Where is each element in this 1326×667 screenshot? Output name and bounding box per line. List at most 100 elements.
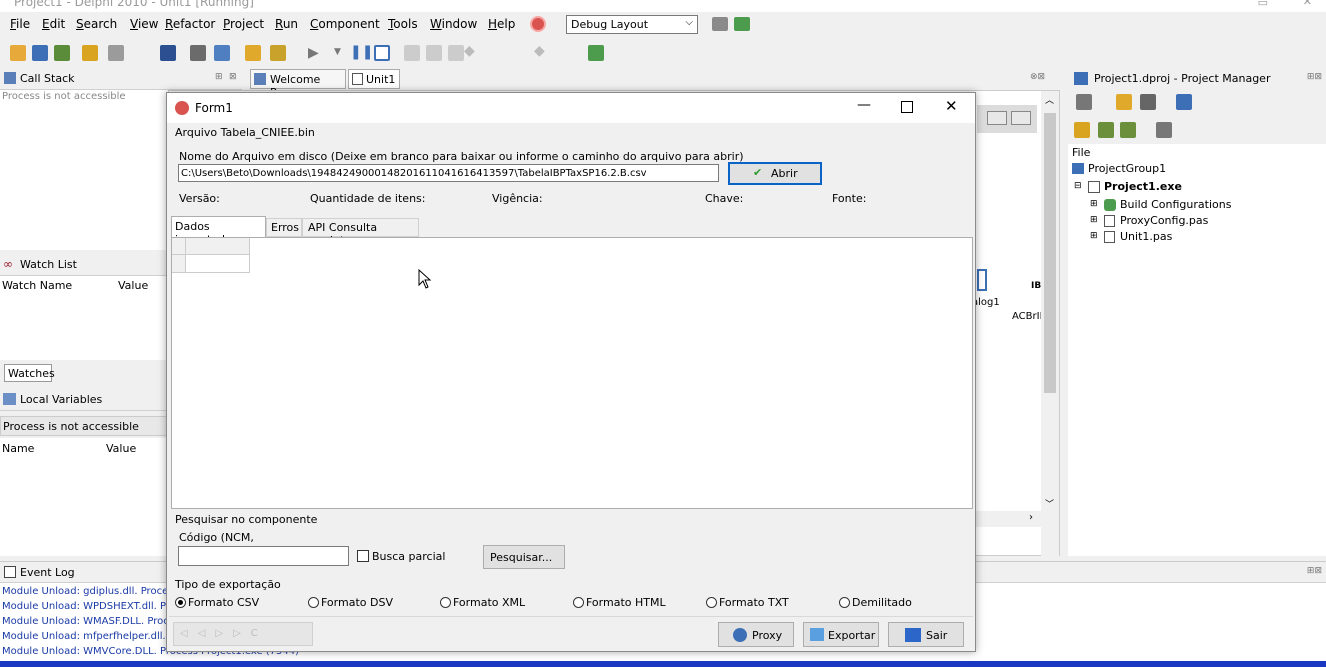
new-group-icon[interactable] [54,45,70,61]
data-grid[interactable] [171,237,973,509]
dataset-navigator[interactable]: ◁◁▷▷C [173,622,313,646]
minimize-box[interactable] [987,111,1007,125]
radio-xml-dot[interactable] [440,597,451,608]
close-icon[interactable]: ✕ [945,97,958,115]
menu-refactor[interactable]: Refactor [165,17,215,31]
file-path-input[interactable] [178,164,719,182]
set-debug-desktop-icon[interactable] [734,17,750,31]
partial-search-checkbox[interactable] [357,550,369,562]
tab-dados-importados[interactable]: Dados importados [171,216,266,246]
sync-icon[interactable] [1074,122,1090,138]
pin-icon[interactable]: ⊞ [215,72,223,82]
file-label: Nome do Arquivo em disco (Deixe em branc… [179,150,744,163]
expand-toggle[interactable]: ⊞ [1090,215,1098,225]
open-project-icon[interactable] [108,45,124,61]
menu-run[interactable]: Run [275,17,298,31]
save-desktop-icon[interactable] [712,17,728,31]
pm-group[interactable]: ProjectGroup1 [1088,162,1166,175]
radio-csv-dot[interactable] [175,597,186,608]
chevron-up-icon[interactable]: ︿ [1045,93,1054,106]
radio-txt[interactable]: Formato TXT [706,596,789,609]
scroll-thumb[interactable] [1044,113,1056,393]
expand-icon[interactable] [1098,122,1114,138]
restore-icon[interactable]: ▭ [1258,0,1268,9]
pause-icon[interactable]: ❚❚ [350,44,373,60]
pin-icon[interactable]: ⊗⊠ [1030,72,1045,82]
open-button[interactable]: ✔ Abrir [728,162,822,185]
collapse-icon[interactable] [1120,122,1136,138]
code-input[interactable] [178,546,349,566]
tab-unit1[interactable]: Unit1 [348,69,400,89]
pin-icon[interactable]: ⊞⊠ [1307,566,1322,576]
expand-toggle[interactable]: ⊞ [1090,199,1098,209]
forward-arrow-icon[interactable]: ◆ [534,43,545,59]
menu-component[interactable]: Component [310,17,380,31]
add-file-icon[interactable] [245,45,261,61]
menu-view[interactable]: View [130,17,158,31]
open-icon[interactable] [82,45,98,61]
help-book-icon[interactable] [588,45,604,61]
pm-item-proxyconfig[interactable]: ProxyConfig.pas [1120,214,1208,227]
radio-csv[interactable]: Formato CSV [175,596,259,609]
radio-dsv[interactable]: Formato DSV [308,596,393,609]
menu-project[interactable]: Project [223,17,264,31]
tab-welcome-page[interactable]: Welcome Page [250,69,346,99]
list-view-icon[interactable] [1156,122,1172,138]
back-arrow-icon[interactable]: ◆ [464,43,475,59]
stop-icon[interactable] [374,45,390,61]
chevron-right-icon[interactable]: › [1029,512,1033,523]
pin-icon[interactable]: ⊞⊠ [1307,72,1322,82]
minimize-icon[interactable]: — [857,97,871,113]
chevron-down-icon[interactable]: ﹀ [1045,497,1054,510]
remove-file-icon[interactable] [270,45,286,61]
watchlist-tab[interactable]: Watches [4,364,55,382]
pm-item-unit1[interactable]: Unit1.pas [1120,230,1172,243]
editor-vscroll[interactable]: ︿ ﹀ [1041,91,1059,557]
layout-combo[interactable]: Debug Layout ⌵ [566,15,698,34]
save-icon[interactable] [160,45,176,61]
opendialog-icon[interactable] [977,269,987,291]
radio-delimited-dot[interactable] [839,597,850,608]
remove-icon[interactable] [1140,94,1156,110]
step-over-icon[interactable] [426,45,442,61]
chevron-down-icon[interactable]: ▼ [334,47,341,57]
options-icon[interactable] [1176,94,1192,110]
globe-icon[interactable] [530,16,546,32]
trace-into-icon[interactable] [404,45,420,61]
radio-xml[interactable]: Formato XML [440,596,525,609]
new-icon[interactable] [1116,94,1132,110]
run-icon[interactable]: ▶ [308,45,319,61]
radio-txt-dot[interactable] [706,597,717,608]
menu-file[interactable]: File [10,17,30,31]
collapse-toggle[interactable]: ⊟ [1074,181,1082,191]
save-all-icon[interactable] [190,45,206,61]
proxy-button[interactable]: Proxy [718,622,794,647]
maximize-box[interactable] [1011,111,1031,125]
search-button[interactable]: Pesquisar... [483,545,565,569]
tab-erros[interactable]: Erros [266,218,302,237]
open-project-icon-2[interactable] [214,45,230,61]
radio-dsv-dot[interactable] [308,597,319,608]
radio-html[interactable]: Formato HTML [573,596,666,609]
menu-tools[interactable]: Tools [388,17,418,31]
pm-item-build[interactable]: Build Configurations [1120,198,1231,211]
menu-window[interactable]: Window [430,17,477,31]
radio-html-dot[interactable] [573,597,584,608]
maximize-icon[interactable] [901,101,913,113]
expand-toggle[interactable]: ⊞ [1090,231,1098,241]
radio-delimited[interactable]: Demilitado [839,596,912,609]
tab-api-consulta[interactable]: API Consulta produto [302,218,419,247]
menu-search[interactable]: Search [76,17,117,31]
close-icon[interactable]: ⊠ [229,72,237,82]
menu-help[interactable]: Help [488,17,515,31]
activate-icon[interactable] [1076,94,1092,110]
grid-cell[interactable] [186,255,250,273]
exit-button[interactable]: Sair [888,622,964,647]
run-to-cursor-icon[interactable] [448,45,464,61]
pm-project[interactable]: Project1.exe [1104,180,1182,193]
close-icon[interactable]: ✕ [1303,0,1312,8]
menu-edit[interactable]: Edit [42,17,65,31]
export-button[interactable]: Exportar [803,622,879,647]
new-icon[interactable] [10,45,26,61]
new-project-icon[interactable] [32,45,48,61]
